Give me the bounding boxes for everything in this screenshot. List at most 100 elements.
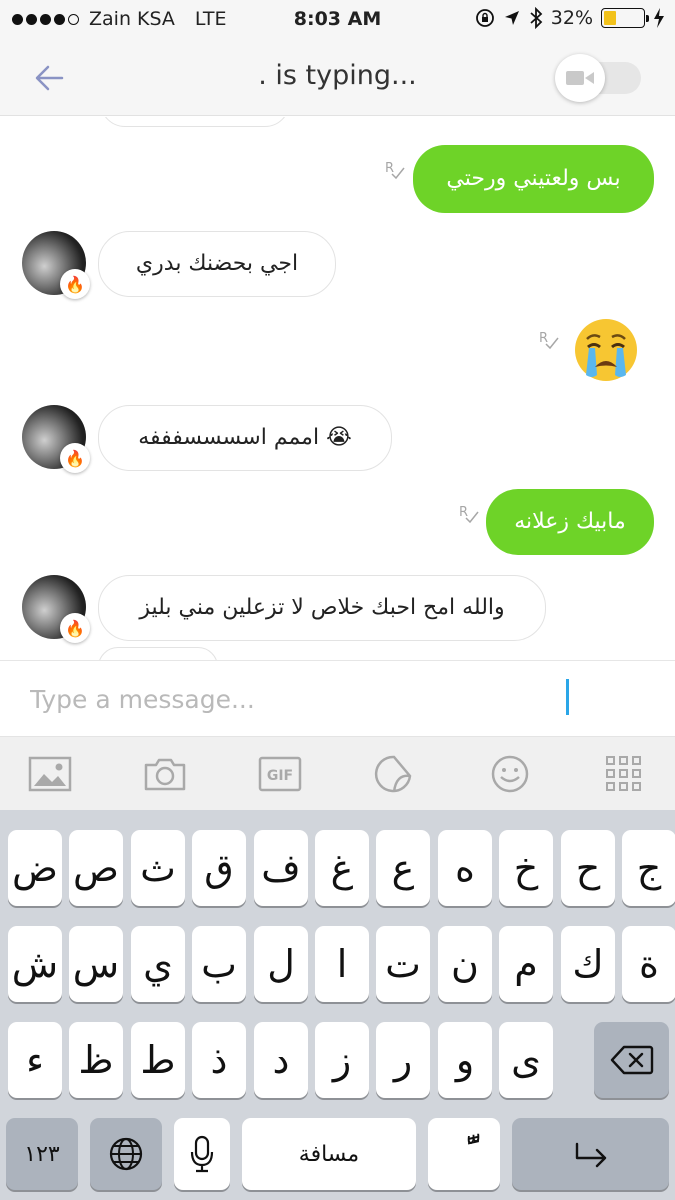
- letter-key-label: ك: [572, 942, 604, 986]
- status-bar: Zain KSA LTE 8:03 AM 32%: [0, 0, 675, 40]
- letter-key-label: ح: [575, 846, 601, 890]
- fire-badge-icon: 🔥: [60, 613, 90, 643]
- letter-key[interactable]: ط: [131, 1022, 185, 1098]
- space-key[interactable]: مسافة: [242, 1118, 416, 1190]
- globe-icon: [109, 1137, 143, 1171]
- letter-key[interactable]: ت: [376, 926, 430, 1002]
- return-arrow-icon: [575, 1142, 606, 1168]
- letter-key[interactable]: غ: [315, 830, 369, 906]
- message-text: اجي بحضنك بدري: [135, 251, 299, 276]
- letter-key[interactable]: ز: [315, 1022, 369, 1098]
- letter-key-label: ض: [12, 846, 58, 890]
- letter-key[interactable]: ظ: [69, 1022, 123, 1098]
- camera-icon: [144, 758, 186, 791]
- letter-key[interactable]: ن: [438, 926, 492, 1002]
- letter-key-label: ط: [140, 1038, 176, 1082]
- letter-key[interactable]: ذ: [192, 1022, 246, 1098]
- camera-button[interactable]: [143, 754, 187, 794]
- contact-avatar[interactable]: 🔥: [22, 231, 90, 299]
- dictation-key[interactable]: [174, 1118, 230, 1190]
- letter-key[interactable]: س: [69, 926, 123, 1002]
- gallery-button[interactable]: [28, 754, 72, 794]
- letter-key[interactable]: و: [438, 1022, 492, 1098]
- letter-key[interactable]: ة: [622, 926, 675, 1002]
- rotation-lock-icon: [475, 9, 494, 27]
- letter-key[interactable]: ا: [315, 926, 369, 1002]
- chat-header: . is typing...: [0, 40, 675, 116]
- svg-text:GIF: GIF: [267, 768, 293, 784]
- letter-key-label: ل: [267, 942, 295, 986]
- sticker-button[interactable]: [372, 754, 416, 794]
- text-cursor: [566, 679, 569, 715]
- letter-key-label: س: [72, 942, 120, 986]
- letter-key[interactable]: ف: [254, 830, 308, 906]
- letter-key-label: ف: [261, 846, 301, 890]
- letter-key[interactable]: ب: [192, 926, 246, 1002]
- letter-key[interactable]: ح: [561, 830, 615, 906]
- space-key-label: مسافة: [298, 1141, 360, 1167]
- video-camera-icon: [566, 71, 594, 85]
- backspace-key[interactable]: [594, 1022, 669, 1098]
- incoming-message[interactable]: اممم اسسسسفففه 😭: [98, 405, 392, 471]
- microphone-icon: [190, 1135, 214, 1173]
- letter-key[interactable]: ل: [254, 926, 308, 1002]
- more-apps-button[interactable]: [602, 754, 646, 794]
- letter-key[interactable]: ض: [8, 830, 62, 906]
- letter-key[interactable]: ع: [376, 830, 430, 906]
- location-arrow-icon: [504, 11, 519, 25]
- letter-key[interactable]: م: [499, 926, 553, 1002]
- incoming-message[interactable]: والله امح احبك خلاص لا تزعلين مني بليز: [98, 575, 546, 641]
- letter-key[interactable]: د: [254, 1022, 308, 1098]
- globe-key[interactable]: [90, 1118, 162, 1190]
- gif-icon: GIF: [258, 756, 302, 792]
- letter-key-label: ه: [455, 846, 475, 890]
- incoming-message[interactable]: اجي بحضنك بدري: [98, 231, 336, 297]
- letter-key-label: ة: [639, 942, 659, 986]
- letter-key[interactable]: خ: [499, 830, 553, 906]
- sticker-icon: [374, 755, 412, 793]
- contact-avatar[interactable]: 🔥: [22, 575, 90, 643]
- letter-key-label: ذ: [210, 1038, 228, 1082]
- letter-key-label: ظ: [78, 1038, 114, 1082]
- message-text: اممم اسسسسفففه 😭: [138, 425, 352, 450]
- battery-percent: 32%: [550, 7, 593, 29]
- letter-key-label: ء: [26, 1038, 44, 1082]
- letter-key-label: و: [455, 1038, 475, 1082]
- bluetooth-icon: [530, 7, 543, 29]
- return-key[interactable]: [512, 1118, 669, 1190]
- gif-button[interactable]: GIF: [258, 754, 302, 794]
- letter-key[interactable]: ه: [438, 830, 492, 906]
- contact-avatar[interactable]: 🔥: [22, 405, 90, 473]
- letter-key-label: غ: [330, 846, 354, 890]
- outgoing-message[interactable]: مابيك زعلانه: [486, 489, 654, 555]
- letter-key[interactable]: ر: [376, 1022, 430, 1098]
- read-receipt-icon: R: [385, 161, 405, 180]
- video-call-toggle[interactable]: [555, 54, 645, 102]
- letter-key[interactable]: ك: [561, 926, 615, 1002]
- partial-message-bubble: [98, 647, 218, 660]
- outgoing-message[interactable]: بس ولعتيني ورحتي: [413, 145, 654, 213]
- letter-key-label: ر: [393, 1038, 413, 1082]
- letter-key[interactable]: ق: [192, 830, 246, 906]
- letter-key-label: ص: [73, 846, 119, 890]
- toggle-knob: [555, 54, 605, 102]
- letter-key[interactable]: ث: [131, 830, 185, 906]
- letter-key[interactable]: ء: [8, 1022, 62, 1098]
- crying-face-icon[interactable]: [573, 317, 639, 383]
- diacritic-key[interactable]: ًّ: [428, 1118, 500, 1190]
- emoji-button[interactable]: [488, 754, 532, 794]
- letter-key[interactable]: ص: [69, 830, 123, 906]
- grid-icon: [606, 756, 641, 791]
- message-list[interactable]: R بس ولعتيني ورحتي 🔥 اجي بحضنك بدري R 🔥 …: [0, 117, 675, 660]
- letter-key[interactable]: ي: [131, 926, 185, 1002]
- numbers-key[interactable]: ١٢٣: [6, 1118, 78, 1190]
- letter-key[interactable]: ى: [499, 1022, 553, 1098]
- letter-key-label: ي: [143, 942, 173, 986]
- message-input[interactable]: [30, 679, 550, 719]
- battery-icon: [601, 8, 649, 28]
- letter-key-label: ع: [391, 846, 415, 890]
- backspace-icon: [610, 1045, 653, 1075]
- fire-badge-icon: 🔥: [60, 443, 90, 473]
- letter-key[interactable]: ش: [8, 926, 62, 1002]
- letter-key[interactable]: ج: [622, 830, 675, 906]
